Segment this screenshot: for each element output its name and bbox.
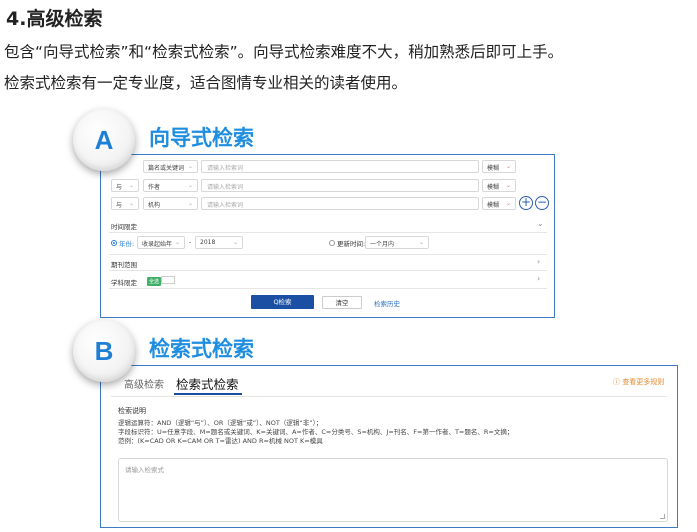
- textarea-placeholder: 请输入检索式: [125, 466, 164, 474]
- guided-search-panel: 篇名或关键词 ⌄ 请输入检索词 模糊 ⌄ 与 ⌄ 作者 ⌄ 请输入检索词 模糊 ⌄ 与 ⌄ …: [100, 154, 555, 318]
- year-radio[interactable]: [111, 240, 117, 246]
- article-heading: 4.高级检索: [6, 8, 103, 30]
- match-mode-2-label: 模糊: [487, 184, 500, 191]
- subject-limit-label: 学科限定: [111, 279, 137, 287]
- logic-select-3[interactable]: 与 ⌄: [111, 197, 139, 210]
- update-time-select[interactable]: 一个月内 ⌄: [365, 236, 429, 249]
- article-paragraph-2: 检索式检索有一定专业度，适合图情专业相关的读者使用。: [4, 74, 408, 92]
- badge-b: B: [73, 320, 135, 382]
- badge-a: A: [73, 109, 135, 171]
- search-term-input-1[interactable]: 请输入检索词: [201, 160, 479, 173]
- logic-select-3-label: 与: [116, 202, 123, 209]
- chevron-down-icon: ⌄: [187, 182, 193, 189]
- add-row-icon[interactable]: +: [519, 196, 533, 210]
- search-history-link[interactable]: 检索历史: [374, 298, 400, 308]
- chevron-down-icon: ⌄: [128, 182, 134, 189]
- remove-row-icon[interactable]: −: [535, 196, 549, 210]
- chevron-down-icon: ⌄: [232, 239, 238, 246]
- match-mode-select-1[interactable]: 模糊 ⌄: [482, 160, 516, 173]
- year-from-label: 收录起始年: [142, 241, 173, 248]
- match-mode-select-3[interactable]: 模糊 ⌄: [482, 197, 516, 210]
- journal-range-label: 期刊范围: [111, 261, 137, 269]
- year-range-dash: -: [189, 238, 192, 246]
- resize-handle[interactable]: [660, 514, 665, 519]
- field-select-2[interactable]: 作者 ⌄: [143, 179, 198, 192]
- update-time-value: 一个月内: [370, 241, 395, 248]
- search-expression-textarea[interactable]: 请输入检索式: [118, 458, 668, 522]
- logic-select-2-label: 与: [116, 184, 123, 191]
- view-more-rules-link[interactable]: ⓘ 查看更多规则: [613, 377, 664, 387]
- search-term-input-2[interactable]: 请输入检索词: [201, 179, 479, 192]
- update-time-radio[interactable]: [329, 240, 335, 246]
- chevron-down-icon[interactable]: ⌄: [537, 219, 544, 228]
- tab-advanced-search[interactable]: 高级检索: [124, 376, 164, 391]
- year-to-label: 2018: [200, 239, 216, 246]
- divider: [109, 254, 547, 255]
- search-description-title: 检索说明: [118, 407, 146, 415]
- match-mode-1-label: 模糊: [487, 165, 500, 172]
- select-all-tag[interactable]: 全选: [147, 277, 162, 286]
- logic-select-2[interactable]: 与 ⌄: [111, 179, 139, 192]
- year-label: 年份:: [119, 240, 135, 248]
- field-select-3[interactable]: 机构 ⌄: [143, 197, 198, 210]
- field-select-1-label: 篇名或关键词: [148, 165, 185, 172]
- chevron-down-icon: ⌄: [505, 200, 511, 207]
- field-select-2-label: 作者: [148, 184, 161, 191]
- match-mode-3-label: 模糊: [487, 202, 500, 209]
- tab-expression-search[interactable]: 检索式检索: [176, 374, 239, 393]
- tab-divider: [111, 396, 667, 397]
- divider: [109, 288, 547, 289]
- search-button[interactable]: Q检索: [251, 295, 314, 309]
- chevron-down-icon: ⌄: [128, 200, 134, 207]
- search-term-input-3[interactable]: 请输入检索词: [201, 197, 479, 210]
- chevron-down-icon: ⌄: [418, 239, 424, 246]
- match-mode-select-2[interactable]: 模糊 ⌄: [482, 179, 516, 192]
- chevron-down-icon: ⌄: [174, 239, 180, 246]
- chevron-down-icon: ⌄: [187, 163, 193, 170]
- clear-button[interactable]: 清空: [322, 296, 362, 309]
- expression-search-panel: 高级检索 检索式检索 ⓘ 查看更多规则 检索说明 逻辑运算符：AND（逻辑“与”…: [100, 365, 678, 528]
- field-select-3-label: 机构: [148, 202, 161, 209]
- chevron-right-icon[interactable]: ›: [537, 274, 540, 283]
- article-paragraph-1: 包含“向导式检索”和“检索式检索”。向导式检索难度不大，稍加熟悉后即可上手。: [4, 43, 564, 61]
- section-a-title: 向导式检索: [149, 126, 254, 150]
- search-description-line-3: 范例：(K=CAD OR K=CAM OR T=雷达) AND R=机械 NOT…: [118, 437, 323, 445]
- divider: [109, 270, 547, 271]
- chevron-down-icon: ⌄: [187, 200, 193, 207]
- active-tab-underline: [174, 393, 242, 395]
- chevron-down-icon: ⌄: [505, 163, 511, 170]
- section-b-title: 检索式检索: [149, 337, 254, 361]
- year-from-select[interactable]: 收录起始年 ⌄: [137, 236, 185, 249]
- time-limit-label: 时间限定: [111, 223, 137, 231]
- subject-check-box[interactable]: [161, 276, 175, 284]
- field-select-1[interactable]: 篇名或关键词 ⌄: [143, 160, 198, 173]
- year-to-select[interactable]: 2018 ⌄: [195, 236, 243, 249]
- chevron-right-icon[interactable]: ›: [537, 257, 540, 266]
- chevron-down-icon: ⌄: [505, 182, 511, 189]
- update-time-label: 更新时间:: [337, 240, 366, 248]
- divider: [109, 232, 547, 233]
